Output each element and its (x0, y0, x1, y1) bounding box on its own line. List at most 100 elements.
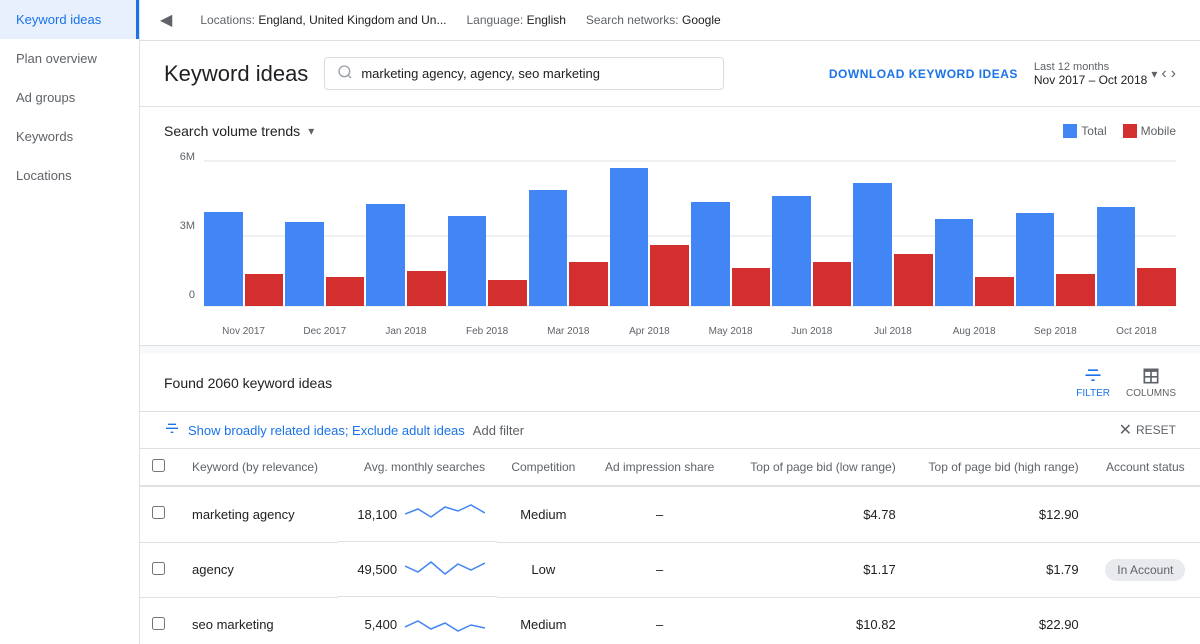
bar-mobile (894, 254, 933, 306)
columns-button[interactable]: COLUMNS (1126, 366, 1176, 399)
col-top-bid-low: Top of page bid (low range) (730, 449, 908, 486)
topbar: ◀ Locations: England, United Kingdom and… (140, 0, 1200, 41)
sidebar-item-locations[interactable]: Locations (0, 156, 139, 195)
bar-group (935, 219, 1014, 306)
bars-container (204, 151, 1176, 306)
top-bid-high-cell: $1.79 (908, 542, 1091, 597)
bar-total (853, 183, 892, 306)
topbar-networks: Search networks: Google (586, 13, 721, 27)
search-bar[interactable] (324, 57, 724, 90)
legend-mobile: Mobile (1123, 124, 1176, 138)
account-status-cell (1091, 597, 1200, 644)
row-checkbox-cell[interactable] (140, 597, 180, 644)
page-title: Keyword ideas (164, 61, 308, 87)
row-checkbox[interactable] (152, 562, 165, 575)
bar-group (772, 196, 851, 306)
filter-description[interactable]: Show broadly related ideas; Exclude adul… (188, 423, 465, 438)
table-body: marketing agency 18,100 Medium – $4.78 $… (140, 486, 1200, 644)
ad-impression-cell: – (590, 597, 730, 644)
bar-mobile (813, 262, 852, 306)
date-range-dropdown-icon[interactable]: ▾ (1151, 67, 1157, 81)
bar-mobile (488, 280, 527, 306)
filter-bar: Show broadly related ideas; Exclude adul… (140, 412, 1200, 449)
sidebar-item-plan-overview[interactable]: Plan overview (0, 39, 139, 78)
x-axis-label: Mar 2018 (529, 326, 608, 337)
x-axis-label: May 2018 (691, 326, 770, 337)
x-axis-label: Nov 2017 (204, 326, 283, 337)
bar-total (285, 222, 324, 306)
avg-monthly-cell: 18,100 (338, 487, 497, 542)
keyword-cell: marketing agency (180, 486, 338, 542)
legend-total: Total (1063, 124, 1106, 138)
bar-total (366, 204, 405, 306)
avg-monthly-cell: 49,500 (338, 542, 497, 597)
x-axis-label: Jun 2018 (772, 326, 851, 337)
bar-mobile (1137, 268, 1176, 306)
row-checkbox-cell[interactable] (140, 542, 180, 597)
col-ad-impression: Ad impression share (590, 449, 730, 486)
col-competition: Competition (497, 449, 589, 486)
main-content: ◀ Locations: England, United Kingdom and… (140, 0, 1200, 644)
account-status-cell (1091, 486, 1200, 542)
x-axis-label: Jan 2018 (366, 326, 445, 337)
x-axis-label: Dec 2017 (285, 326, 364, 337)
bar-mobile (732, 268, 771, 306)
table-row: seo marketing 5,400 Medium – $10.82 $22.… (140, 597, 1200, 644)
select-all-header[interactable] (140, 449, 180, 486)
content-area: Keyword ideas DOWNLOAD KEYWORD IDEAS Las… (140, 41, 1200, 644)
chart-dropdown-icon[interactable]: ▾ (308, 124, 314, 138)
col-avg-monthly: Avg. monthly searches (338, 449, 497, 486)
ad-impression-cell: – (590, 486, 730, 542)
bar-group (204, 212, 283, 306)
bar-group (1016, 213, 1095, 306)
bar-group (691, 202, 770, 306)
bar-total (529, 190, 568, 306)
bar-group (285, 222, 364, 306)
sidebar-item-keyword-ideas[interactable]: Keyword ideas (0, 0, 139, 39)
bar-total (1097, 207, 1136, 306)
bar-group (448, 216, 527, 306)
sidebar-item-keywords[interactable]: Keywords (0, 117, 139, 156)
top-bid-high-cell: $12.90 (908, 486, 1091, 542)
competition-cell: Low (497, 542, 589, 597)
select-all-checkbox[interactable] (152, 459, 165, 472)
x-axis-label: Apr 2018 (610, 326, 689, 337)
ad-impression-cell: – (590, 542, 730, 597)
chart-title-row: Search volume trends ▾ Total Mobile (164, 123, 1176, 139)
top-bid-low-cell: $1.17 (730, 542, 908, 597)
table-row: marketing agency 18,100 Medium – $4.78 $… (140, 486, 1200, 542)
add-filter-button[interactable]: Add filter (473, 423, 524, 438)
x-axis-label: Oct 2018 (1097, 326, 1176, 337)
in-account-badge: In Account (1105, 559, 1185, 581)
chart-section: Search volume trends ▾ Total Mobile 6M (140, 107, 1200, 346)
bar-group (610, 168, 689, 306)
trend-chart (405, 499, 485, 529)
sidebar-item-ad-groups[interactable]: Ad groups (0, 78, 139, 117)
sidebar: Keyword ideas Plan overview Ad groups Ke… (0, 0, 140, 644)
bar-total (1016, 213, 1055, 306)
row-checkbox[interactable] (152, 506, 165, 519)
bar-group (529, 190, 608, 306)
download-keyword-ideas-button[interactable]: DOWNLOAD KEYWORD IDEAS (829, 67, 1018, 81)
bar-mobile (650, 245, 689, 306)
chart-y-labels: 6M 3M 0 (164, 151, 199, 301)
date-range-selector[interactable]: Last 12 months Nov 2017 – Oct 2018 ▾ ‹ › (1034, 61, 1176, 87)
sidebar-toggle-button[interactable]: ◀ (160, 10, 172, 30)
trend-chart (405, 554, 485, 584)
x-axis-label: Jul 2018 (853, 326, 932, 337)
date-prev-button[interactable]: ‹ (1161, 65, 1166, 83)
date-next-button[interactable]: › (1171, 65, 1176, 83)
filter-button[interactable]: FILTER (1076, 366, 1110, 399)
bar-total (935, 219, 974, 306)
keyword-cell: seo marketing (180, 597, 338, 644)
legend-total-box (1063, 124, 1077, 138)
keyword-search-input[interactable] (361, 66, 711, 81)
close-icon: ✕ (1119, 420, 1132, 440)
competition-cell: Medium (497, 486, 589, 542)
reset-button[interactable]: ✕ RESET (1119, 420, 1176, 440)
row-checkbox[interactable] (152, 617, 165, 630)
found-keywords-count: Found 2060 keyword ideas (164, 375, 332, 391)
x-axis-label: Feb 2018 (448, 326, 527, 337)
topbar-locations: Locations: England, United Kingdom and U… (200, 13, 446, 27)
row-checkbox-cell[interactable] (140, 486, 180, 542)
